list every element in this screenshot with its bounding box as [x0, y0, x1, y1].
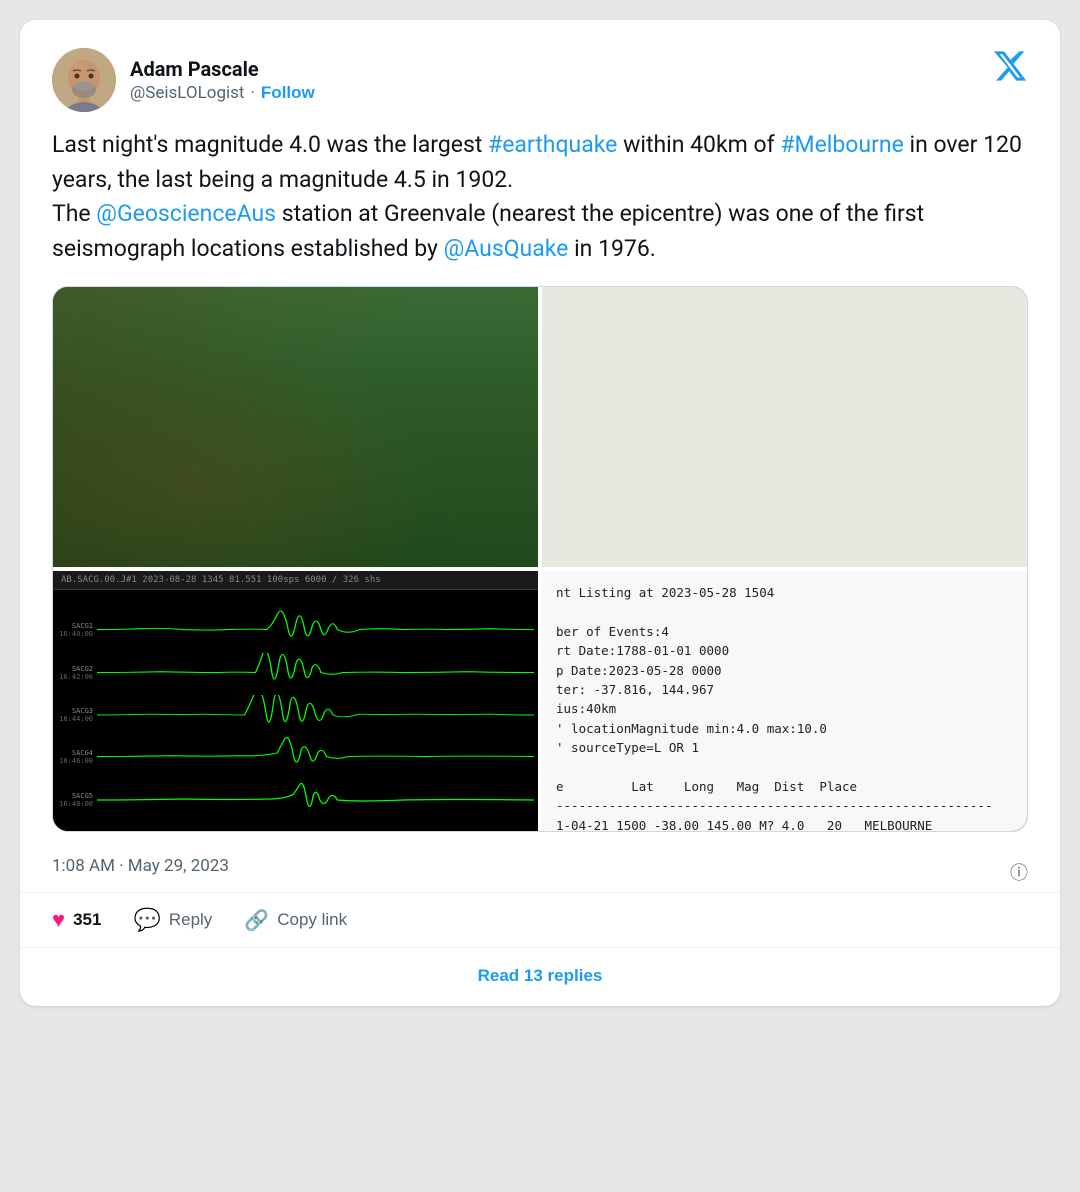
text-segment-2: within 40km of [617, 131, 780, 158]
svg-text:TOO: TOO [981, 356, 999, 366]
reply-label: Reply [169, 910, 212, 930]
seis-label-3: SACG316:44:00 [57, 707, 93, 723]
svg-text:TDT: TDT [982, 437, 999, 447]
network-map-cell[interactable]: DAL TOO TDT JEER KORUM DTCM GEKS RCKM [542, 287, 1027, 567]
seis-wave-2 [97, 653, 534, 693]
twitter-logo [992, 48, 1028, 88]
seis-label-4: SACG416:46:00 [57, 749, 93, 765]
svg-text:Melbour: Melbour [766, 424, 800, 434]
svg-text:Craigieburn: Craigieburn [128, 316, 181, 327]
seis-row-4: SACG416:46:00 [57, 737, 534, 777]
seis-label-5: SACG516:48:00 [57, 792, 93, 808]
seis-wave-3 [97, 695, 534, 735]
listing-line4: ter: -37.816, 144.967 [556, 682, 714, 697]
listing-line7: ' sourceType=L OR 1 [556, 740, 699, 755]
seis-label-2: SACG216:42:00 [57, 665, 93, 681]
satellite-map-cell[interactable]: Craigieburn Epping Bundoora Doncaster Cr… [53, 287, 538, 567]
separator-dot: · [250, 83, 254, 103]
copy-link-button[interactable]: 🔗 Copy link [244, 908, 347, 933]
svg-text:KORUM: KORUM [852, 537, 884, 547]
svg-text:Melbourne RHCQ: Melbourne RHCQ [755, 447, 825, 457]
seismograph-waves: SACG116:40:00 SACG216:42:00 [53, 599, 538, 831]
seis-row-2: SACG216:42:00 [57, 653, 534, 693]
tweet-timestamp: 1:08 AM · May 29, 2023 [52, 852, 229, 876]
listing-row1: 1-04-21 1500 -38.00 145.00 M? 4.0 20 MEL… [556, 818, 932, 832]
info-icon[interactable]: ⓘ [1010, 859, 1028, 885]
user-handle[interactable]: @SeisLOLogist [130, 83, 244, 103]
seis-row-3: SACG316:44:00 [57, 695, 534, 735]
svg-text:RCKM: RCKM [567, 424, 592, 434]
listing-line3: p Date:2023-05-28 0000 [556, 663, 722, 678]
svg-text:DTCM: DTCM [697, 537, 721, 547]
avatar[interactable] [52, 48, 116, 112]
listing-col-header: e Lat Long Mag Dist Place [556, 779, 857, 794]
satellite-map: Craigieburn Epping Bundoora Doncaster Cr… [53, 287, 538, 567]
follow-button[interactable]: Follow [261, 83, 315, 103]
listing-header: nt Listing at 2023-05-28 1504 [556, 585, 774, 600]
svg-text:JEER: JEER [979, 512, 1001, 522]
seismograph-cell[interactable]: AB.SACG.00.J#1 2023-08-28 1345 81.551 10… [53, 571, 538, 831]
seis-row-1: SACG116:40:00 [57, 610, 534, 650]
seis-wave-5 [97, 780, 534, 820]
like-button[interactable]: ♥ 351 [52, 907, 101, 933]
timestamp-row: 1:08 AM · May 29, 2023 ⓘ [52, 852, 1028, 892]
network-map: DAL TOO TDT JEER KORUM DTCM GEKS RCKM [542, 287, 1027, 567]
reply-icon: 💬 [133, 907, 160, 933]
text-segment-1: Last night's magnitude 4.0 was the large… [52, 131, 488, 158]
listing-separator: ----------------------------------------… [556, 798, 993, 813]
data-listing-cell[interactable]: nt Listing at 2023-05-28 1504 ber of Eve… [542, 571, 1027, 831]
read-replies-section: Read 13 replies [52, 948, 1028, 1006]
text-segment-4: The [52, 200, 96, 227]
tweet-header: Adam Pascale @SeisLOLogist · Follow [52, 48, 1028, 112]
like-count: 351 [73, 910, 101, 930]
seis-label-1: SACG116:40:00 [57, 622, 93, 638]
copy-link-label: Copy link [277, 910, 347, 930]
svg-text:Croydon: Croydon [435, 503, 470, 513]
tweet-body: Last night's magnitude 4.0 was the large… [52, 128, 1028, 266]
action-bar: ♥ 351 💬 Reply 🔗 Copy link [52, 893, 1028, 947]
svg-text:GEKS: GEKS [575, 494, 599, 504]
user-details: Adam Pascale @SeisLOLogist · Follow [130, 57, 315, 103]
svg-text:DAL: DAL [804, 307, 821, 317]
hashtag-melbourne[interactable]: #Melbourne [780, 131, 903, 158]
svg-text:Epping: Epping [156, 382, 185, 392]
listing-line6: ' locationMagnitude min:4.0 max:10.0 [556, 721, 827, 736]
tweet-card: Adam Pascale @SeisLOLogist · Follow Last… [20, 20, 1060, 1006]
seis-row-5: SACG516:48:00 [57, 780, 534, 820]
mention-geoscienceaus[interactable]: @GeoscienceAus [96, 200, 276, 227]
media-grid: Craigieburn Epping Bundoora Doncaster Cr… [52, 286, 1028, 832]
listing-line1: ber of Events:4 [556, 624, 669, 639]
seismograph-header: AB.SACG.00.J#1 2023-08-28 1345 81.551 10… [53, 571, 538, 590]
svg-text:Bundoora: Bundoora [202, 452, 247, 463]
data-listing-text: nt Listing at 2023-05-28 1504 ber of Eve… [556, 583, 1013, 831]
data-listing: nt Listing at 2023-05-28 1504 ber of Eve… [542, 571, 1027, 831]
mention-ausquake[interactable]: @AusQuake [444, 235, 569, 262]
handle-follow-row: @SeisLOLogist · Follow [130, 83, 315, 103]
seis-wave-4 [97, 737, 534, 777]
text-segment-6: in 1976. [568, 235, 655, 262]
reply-button[interactable]: 💬 Reply [133, 907, 212, 933]
hashtag-earthquake[interactable]: #earthquake [488, 131, 617, 158]
listing-line5: ius:40km [556, 701, 616, 716]
seismograph-display: AB.SACG.00.J#1 2023-08-28 1345 81.551 10… [53, 571, 538, 831]
display-name[interactable]: Adam Pascale [130, 57, 315, 81]
seis-wave-1 [97, 610, 534, 650]
user-info-section: Adam Pascale @SeisLOLogist · Follow [52, 48, 315, 112]
read-replies-button[interactable]: Read 13 replies [478, 966, 603, 986]
svg-text:Doncaster: Doncaster [323, 489, 370, 500]
listing-line2: rt Date:1788-01-01 0000 [556, 643, 729, 658]
link-icon: 🔗 [244, 908, 269, 933]
heart-icon: ♥ [52, 907, 65, 933]
